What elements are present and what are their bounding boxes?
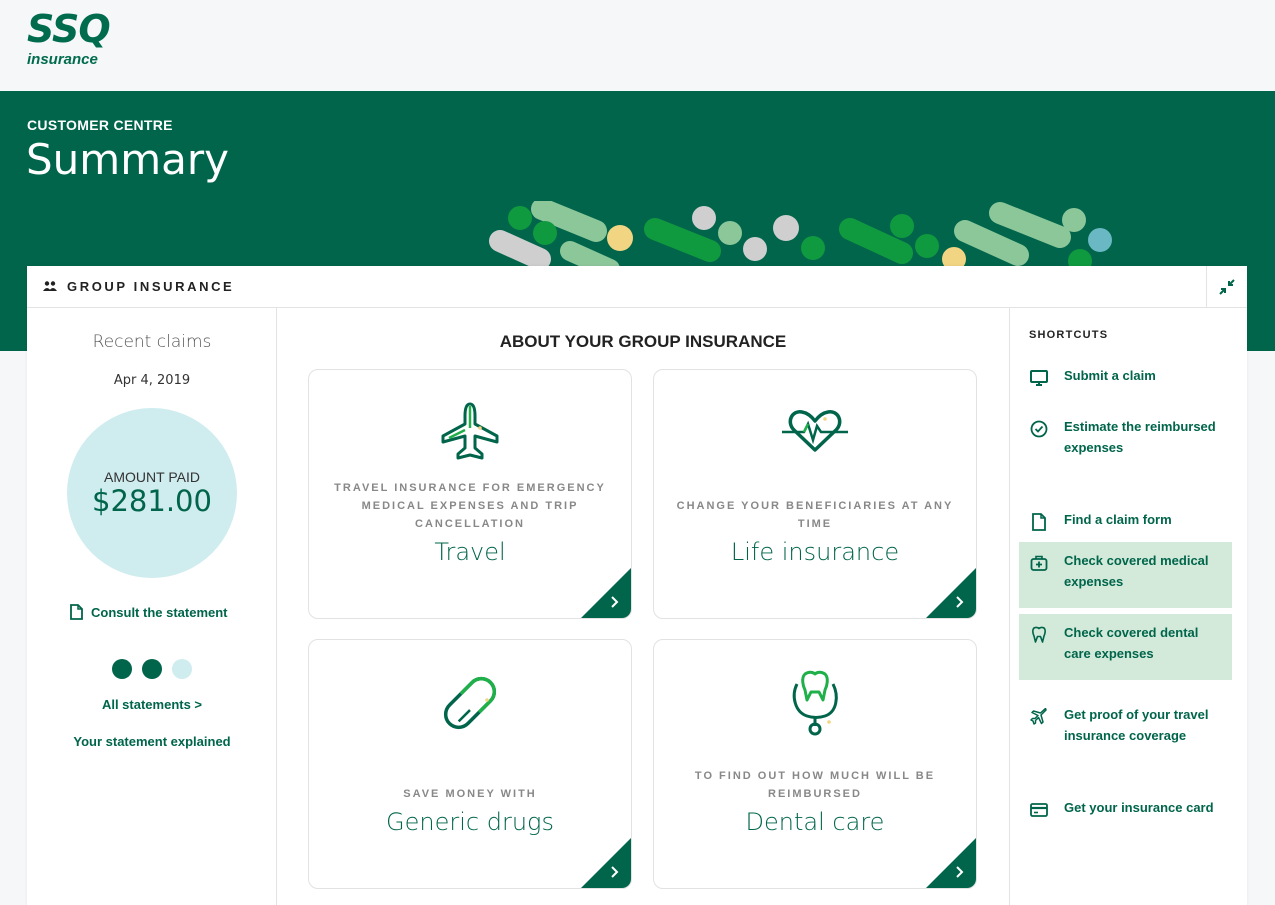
people-icon xyxy=(43,281,57,291)
tile-description: TO FIND OUT HOW MUCH WILL BE REIMBURSED xyxy=(694,770,936,800)
tile-description: CHANGE YOUR BENEFICIARIES AT ANY TIME xyxy=(676,500,954,530)
hero-eyebrow: CUSTOMER CENTRE xyxy=(27,117,173,133)
medical-bag-icon xyxy=(1030,555,1048,571)
shortcut-travel-proof[interactable]: Get proof of your travel insurance cover… xyxy=(1019,696,1232,754)
panel-header: GROUP INSURANCE xyxy=(27,266,1247,308)
amount-paid-label: AMOUNT PAID xyxy=(104,469,200,485)
tile-description: SAVE MONEY WITH xyxy=(403,788,537,800)
tile-travel[interactable]: TRAVEL INSURANCE FOR EMERGENCY MEDICAL E… xyxy=(308,369,632,619)
tile-dental-care[interactable]: TO FIND OUT HOW MUCH WILL BE REIMBURSED … xyxy=(653,639,977,889)
heartbeat-icon xyxy=(782,410,848,452)
tooth-stethoscope-icon xyxy=(792,670,838,736)
tile-name: Life insurance xyxy=(730,538,900,566)
shortcut-label: Find a claim form xyxy=(1064,512,1172,527)
panel-title: GROUP INSURANCE xyxy=(67,279,235,294)
shortcut-insurance-card[interactable]: Get your insurance card xyxy=(1019,789,1232,826)
carousel-dot[interactable] xyxy=(172,659,192,679)
consult-statement-link[interactable]: Consult the statement xyxy=(70,604,228,620)
about-column: ABOUT YOUR GROUP INSURANCE TRAVEL INSURA… xyxy=(278,308,1008,905)
pills-decoration xyxy=(489,201,1112,271)
tile-arrow-corner xyxy=(581,838,631,888)
tile-arrow-corner xyxy=(926,568,976,618)
amount-paid-value: $281.00 xyxy=(92,484,212,518)
shortcut-estimate-expenses[interactable]: Estimate the reimbursed expenses xyxy=(1019,408,1232,466)
shortcut-label: Check covered medical expenses xyxy=(1064,553,1209,589)
about-title: ABOUT YOUR GROUP INSURANCE xyxy=(499,332,787,351)
carousel-dot[interactable] xyxy=(142,659,162,679)
logo-subtitle: insurance xyxy=(27,51,98,68)
page-title: Summary xyxy=(26,135,229,184)
shortcuts-column: SHORTCUTS Submit a claim Estimate the re… xyxy=(1009,308,1247,905)
tooth-icon xyxy=(1032,626,1046,643)
shortcut-label: Get your insurance card xyxy=(1064,800,1214,815)
statement-carousel-dots xyxy=(112,659,192,679)
shortcut-label: Submit a claim xyxy=(1064,368,1156,383)
consult-statement-label: Consult the statement xyxy=(91,604,228,620)
check-circle-icon xyxy=(1030,420,1048,438)
shortcut-dental-expenses[interactable]: Check covered dental care expenses xyxy=(1019,614,1232,680)
shortcut-submit-claim[interactable]: Submit a claim xyxy=(1019,357,1232,394)
shortcut-label: Check covered dental care expenses xyxy=(1064,625,1199,661)
group-insurance-panel: GROUP INSURANCE Recent claims Apr 4, 201… xyxy=(27,266,1247,905)
document-icon xyxy=(1032,513,1046,531)
tile-name: Travel xyxy=(434,538,506,566)
collapse-icon xyxy=(1219,279,1235,295)
logo-wordmark: SSQ xyxy=(27,7,111,51)
tile-arrow-corner xyxy=(926,838,976,888)
all-statements-link[interactable]: All statements > xyxy=(27,697,277,712)
tile-life-insurance[interactable]: CHANGE YOUR BENEFICIARIES AT ANY TIME Li… xyxy=(653,369,977,619)
plane-icon xyxy=(1030,708,1047,725)
shortcut-label: Get proof of your travel insurance cover… xyxy=(1064,707,1209,743)
ssq-logo[interactable]: SSQ insurance xyxy=(27,7,131,71)
shortcut-find-claim-form[interactable]: Find a claim form xyxy=(1019,501,1232,538)
amount-paid-circle: AMOUNT PAID $281.00 xyxy=(67,408,237,578)
monitor-icon xyxy=(1030,370,1048,386)
collapse-button[interactable] xyxy=(1206,266,1247,308)
tile-description: TRAVEL INSURANCE FOR EMERGENCY MEDICAL E… xyxy=(334,482,606,530)
shortcut-medical-expenses[interactable]: Check covered medical expenses xyxy=(1019,542,1232,608)
statement-explained-link[interactable]: Your statement explained xyxy=(27,734,277,749)
tile-name: Generic drugs xyxy=(386,808,554,836)
top-bar: SSQ insurance xyxy=(0,0,1275,91)
recent-claims-title: Recent claims xyxy=(92,332,212,352)
carousel-dot[interactable] xyxy=(112,659,132,679)
card-icon xyxy=(1030,803,1048,817)
shortcut-label: Estimate the reimbursed expenses xyxy=(1064,419,1216,455)
claim-date: Apr 4, 2019 xyxy=(113,373,191,388)
recent-claims-column: Recent claims Apr 4, 2019 AMOUNT PAID $2… xyxy=(27,308,277,905)
tile-generic-drugs[interactable]: SAVE MONEY WITH Generic drugs xyxy=(308,639,632,889)
tile-name: Dental care xyxy=(745,808,885,836)
document-icon xyxy=(70,604,83,620)
pill-icon xyxy=(443,676,497,730)
tile-arrow-corner xyxy=(581,568,631,618)
plane-icon xyxy=(441,402,499,460)
shortcuts-title: SHORTCUTS xyxy=(1029,329,1109,341)
